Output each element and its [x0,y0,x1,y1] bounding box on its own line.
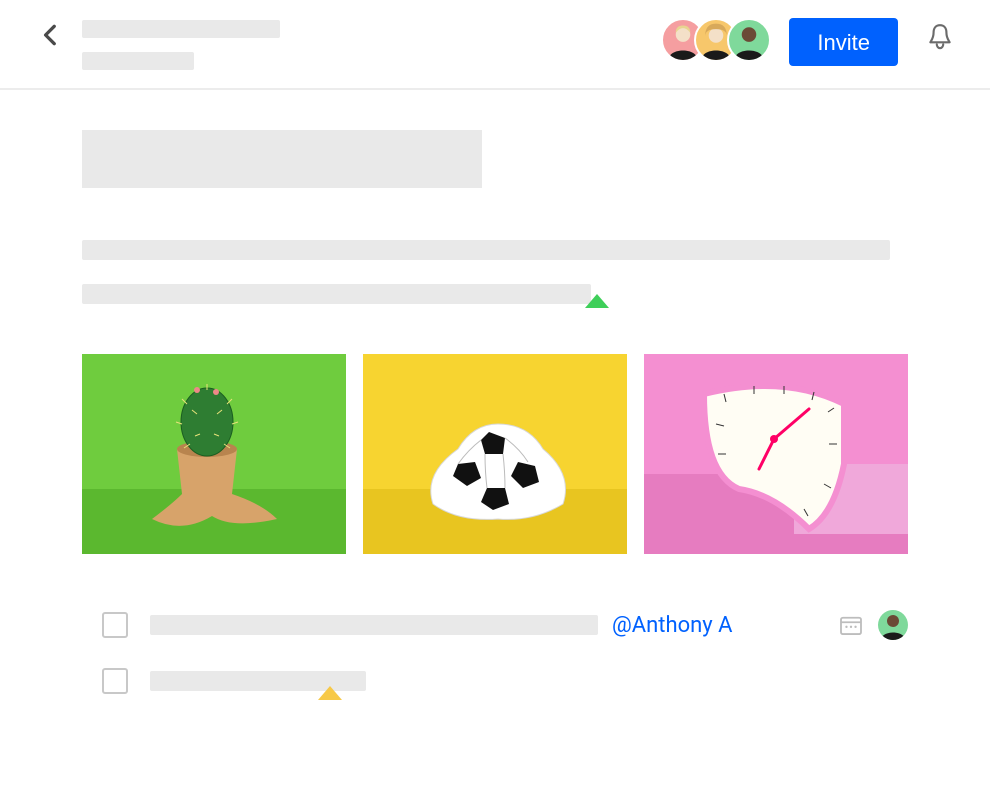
checkbox[interactable] [102,668,128,694]
mention-link[interactable]: @Anthony A [612,613,732,638]
task-list: @Anthony A [82,610,908,696]
topbar: Invite [0,0,990,90]
clock-image-icon [644,354,908,554]
gallery-tile-3[interactable] [644,354,908,554]
doc-title-placeholder [82,20,280,38]
invite-button[interactable]: Invite [789,18,898,66]
calendar-icon [839,615,863,635]
title-block [82,18,280,70]
task-text-placeholder [150,615,598,635]
due-date-button[interactable] [838,614,864,636]
notifications-button[interactable] [924,18,956,58]
task-row-2 [102,666,908,696]
paragraph-line-2-wrap [82,284,591,304]
assignee-avatar[interactable] [878,610,908,640]
gallery-tile-1[interactable] [82,354,346,554]
collaborator-cursor-yellow [318,686,342,700]
avatar-3[interactable] [727,18,771,62]
heading-placeholder [82,130,482,188]
paragraph-line-2 [82,284,591,304]
chevron-left-icon [38,22,64,48]
task-row-1: @Anthony A [102,610,908,640]
person-icon [878,610,908,640]
paragraph-line-1 [82,240,890,260]
soccer-ball-image-icon [363,354,627,554]
cactus-image-icon [82,354,346,554]
person-icon [729,18,769,62]
bell-icon [927,23,953,53]
checkbox[interactable] [102,612,128,638]
image-gallery [82,354,908,554]
collaborator-cursor-green [585,294,609,308]
back-button[interactable] [34,18,68,52]
document-body: @Anthony A [0,90,990,696]
collaborator-avatars[interactable] [661,18,771,62]
gallery-tile-2[interactable] [363,354,627,554]
doc-subtitle-placeholder [82,52,194,70]
